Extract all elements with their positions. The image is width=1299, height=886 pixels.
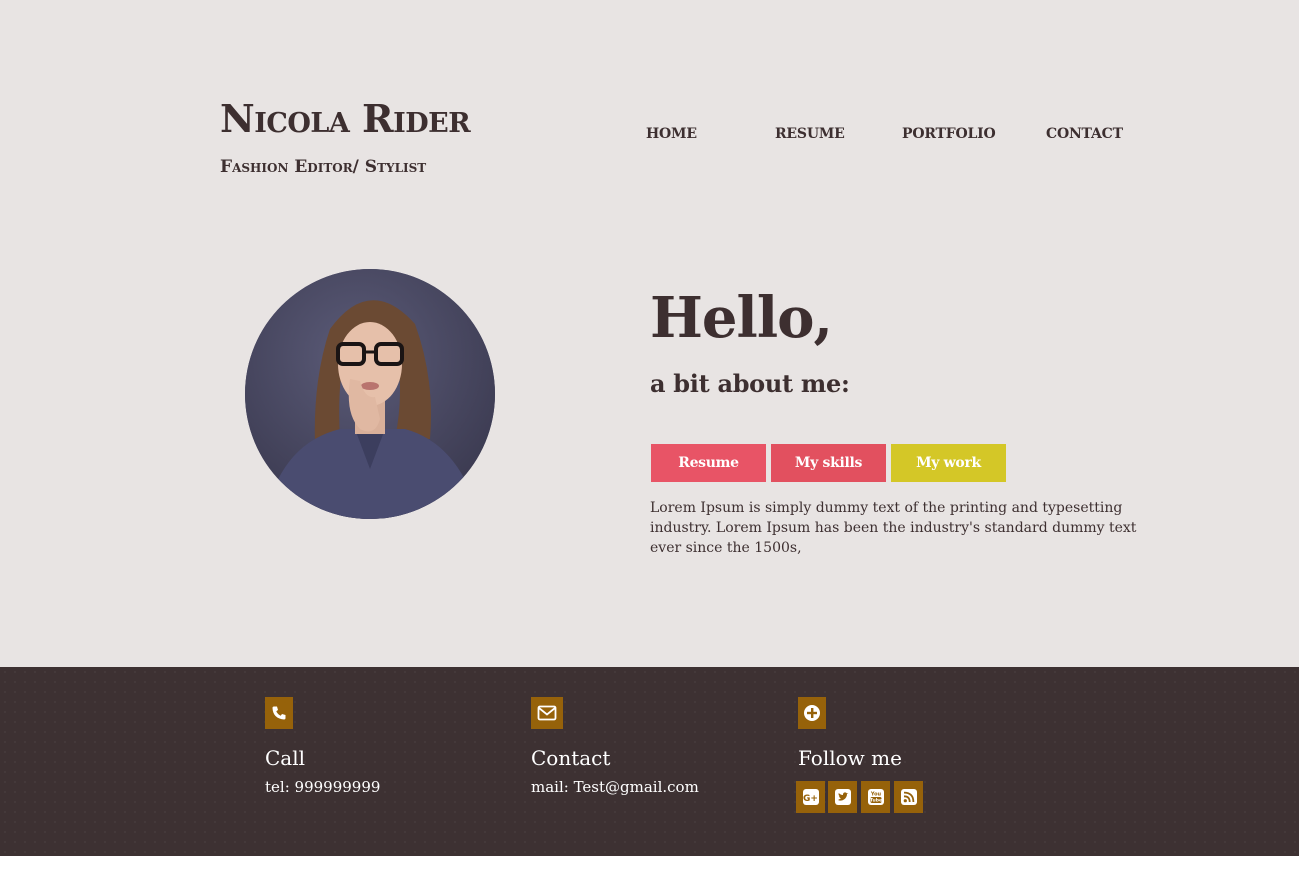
contact-email[interactable]: mail: Test@gmail.com bbox=[531, 778, 699, 796]
main-nav: HOME RESUME PORTFOLIO CONTACT bbox=[0, 126, 1299, 146]
google-plus-icon[interactable]: G+ bbox=[796, 781, 825, 813]
youtube-icon[interactable]: You Tube bbox=[861, 781, 890, 813]
nav-contact[interactable]: CONTACT bbox=[1046, 126, 1123, 142]
hero-section: Nicola Rider Fashion Editor/ Stylist HOM… bbox=[0, 0, 1299, 667]
svg-text:Tube: Tube bbox=[869, 798, 881, 804]
svg-text:G+: G+ bbox=[803, 794, 818, 804]
nav-portfolio[interactable]: PORTFOLIO bbox=[902, 126, 996, 142]
my-skills-button[interactable]: My skills bbox=[771, 444, 886, 482]
phone-icon bbox=[265, 697, 293, 729]
site-subtitle: Fashion Editor/ Stylist bbox=[220, 157, 427, 177]
about-paragraph: Lorem Ipsum is simply dummy text of the … bbox=[650, 500, 1137, 556]
svg-text:You: You bbox=[869, 792, 881, 798]
twitter-icon[interactable] bbox=[828, 781, 857, 813]
rss-icon[interactable] bbox=[894, 781, 923, 813]
nav-home[interactable]: HOME bbox=[646, 126, 697, 142]
plus-circle-icon bbox=[798, 697, 826, 729]
call-phone: tel: 999999999 bbox=[265, 778, 381, 796]
call-title: Call bbox=[265, 746, 306, 770]
hero-greeting: Hello, bbox=[650, 285, 833, 351]
nav-resume[interactable]: RESUME bbox=[775, 126, 845, 142]
resume-button[interactable]: Resume bbox=[651, 444, 766, 482]
my-work-button[interactable]: My work bbox=[891, 444, 1006, 482]
hero-subheading: a bit about me: bbox=[650, 369, 850, 398]
follow-title: Follow me bbox=[798, 746, 902, 770]
contact-title: Contact bbox=[531, 746, 611, 770]
envelope-icon bbox=[531, 697, 563, 729]
profile-photo bbox=[245, 269, 495, 519]
profile-portrait-image bbox=[245, 269, 495, 519]
footer bbox=[0, 667, 1299, 856]
